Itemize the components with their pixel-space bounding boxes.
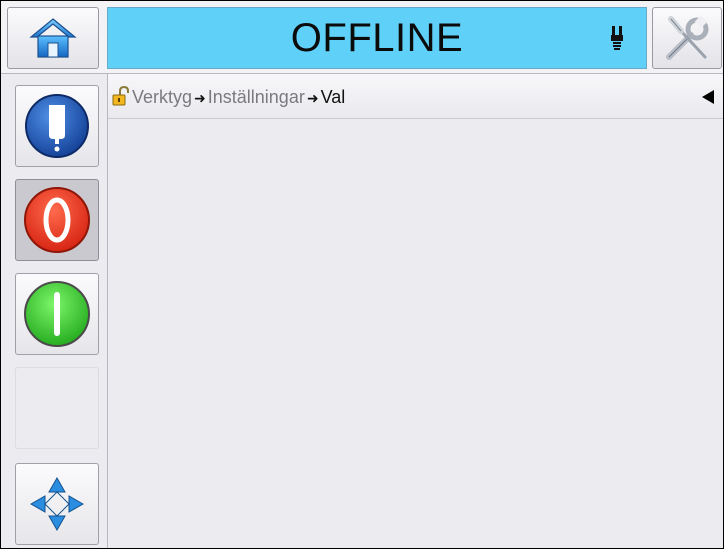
stop-icon [24,187,90,253]
home-icon [29,18,77,58]
printer-ui: OFFLINE Verktyg ➜ Inställningar ➜ Val [0,0,724,549]
status-bar[interactable]: OFFLINE [107,7,647,69]
breadcrumb-item-verktyg[interactable]: Verktyg [132,87,192,107]
breadcrumb-item-val: Val [320,87,346,107]
breadcrumb-bar: Verktyg ➜ Inställningar ➜ Val [108,74,723,119]
home-button[interactable] [7,7,99,69]
main-panel: Verktyg ➜ Inställningar ➜ Val [108,74,723,548]
breadcrumb-item-installningar[interactable]: Inställningar [208,87,305,107]
top-bar: OFFLINE [1,1,723,74]
ink-cartridge-icon [25,94,89,158]
start-button[interactable] [15,273,99,355]
unlocked-padlock-icon [112,86,129,106]
printhead-icon [611,26,623,50]
breadcrumb: Verktyg ➜ Inställningar ➜ Val [132,87,345,108]
status-text: OFFLINE [290,16,464,60]
ink-button[interactable] [15,85,99,167]
stop-button[interactable] [15,179,99,261]
content-area [108,119,723,548]
breadcrumb-separator-icon: ➜ [194,90,206,106]
empty-slot [15,367,99,449]
breadcrumb-separator-icon: ➜ [306,90,319,106]
navigation-arrows-icon [29,476,85,532]
left-sidebar [1,74,108,548]
start-icon [24,281,90,347]
navigation-button[interactable] [15,463,99,545]
tools-icon [666,15,709,60]
back-arrow-icon[interactable] [701,90,715,104]
tools-button[interactable] [652,7,722,69]
